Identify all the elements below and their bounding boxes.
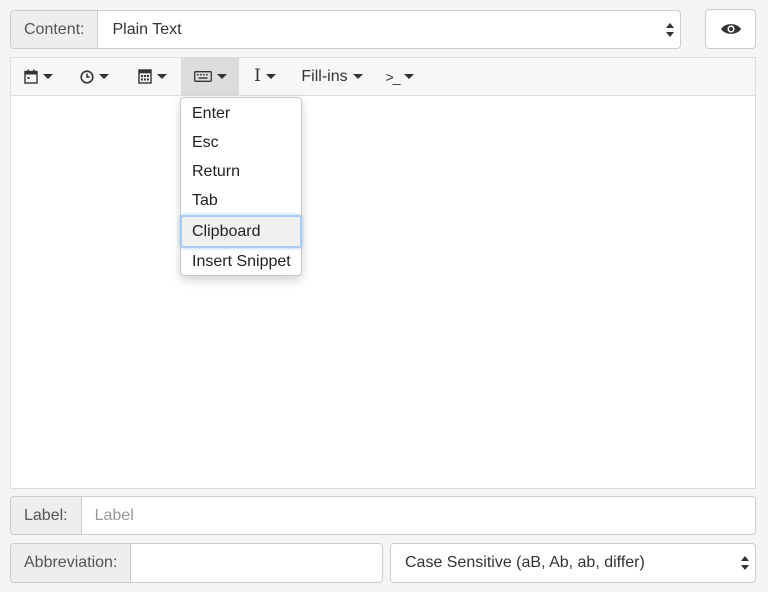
insert-formula-button[interactable] <box>129 58 175 95</box>
menu-item-enter[interactable]: Enter <box>181 99 301 128</box>
eye-icon <box>720 24 741 34</box>
insert-cursor-button[interactable]: I <box>245 58 285 95</box>
insert-date-button[interactable] <box>17 58 59 95</box>
content-type-value: Plain Text <box>112 20 182 38</box>
label-input[interactable] <box>81 497 755 534</box>
calendar-icon <box>23 69 38 84</box>
menu-item-esc[interactable]: Esc <box>181 128 301 157</box>
calculator-icon <box>137 69 152 84</box>
text-cursor-icon: I <box>254 66 261 86</box>
menu-item-insert-snippet[interactable]: Insert Snippet <box>181 247 301 276</box>
menu-item-return[interactable]: Return <box>181 157 301 186</box>
menu-item-clipboard[interactable]: Clipboard <box>180 215 302 248</box>
insert-time-button[interactable] <box>73 58 115 95</box>
abbreviation-input[interactable] <box>131 544 382 582</box>
chevron-down-icon <box>42 74 53 79</box>
chevron-down-icon <box>404 74 415 79</box>
editor-toolbar: I Fill-ins >_ <box>11 58 755 96</box>
insert-key-menu: Enter Esc Return Tab Clipboard Insert Sn… <box>180 97 302 276</box>
case-sensitivity-select[interactable]: Case Sensitive (aB, Ab, ab, differ) <box>390 543 756 583</box>
label-group: Label: <box>10 496 756 535</box>
clock-icon <box>79 69 94 84</box>
preview-button[interactable] <box>705 9 756 49</box>
terminal-icon: >_ <box>385 68 401 85</box>
abbreviation-group: Abbreviation: <box>10 543 383 583</box>
content-type-select[interactable]: Plain Text <box>98 11 680 48</box>
snippet-editor[interactable]: I Fill-ins >_ <box>10 57 756 489</box>
label-field-label: Label: <box>11 497 82 534</box>
insert-key-button[interactable] <box>181 58 239 95</box>
chevron-down-icon <box>216 74 227 79</box>
chevron-down-icon <box>265 74 276 79</box>
select-arrows-icon <box>741 556 749 570</box>
abbreviation-label: Abbreviation: <box>11 544 132 582</box>
chevron-down-icon <box>352 74 363 79</box>
fill-ins-label: Fill-ins <box>301 67 348 85</box>
keyboard-icon <box>193 71 212 82</box>
insert-script-button[interactable]: >_ <box>379 58 421 95</box>
menu-item-tab[interactable]: Tab <box>181 186 301 215</box>
content-type-group: Content: Plain Text <box>10 10 681 49</box>
select-arrows-icon <box>666 22 674 37</box>
chevron-down-icon <box>98 74 109 79</box>
case-sensitivity-value: Case Sensitive (aB, Ab, ab, differ) <box>405 554 645 571</box>
chevron-down-icon <box>156 74 167 79</box>
content-label: Content: <box>11 11 99 48</box>
fill-ins-button[interactable]: Fill-ins <box>294 58 370 95</box>
